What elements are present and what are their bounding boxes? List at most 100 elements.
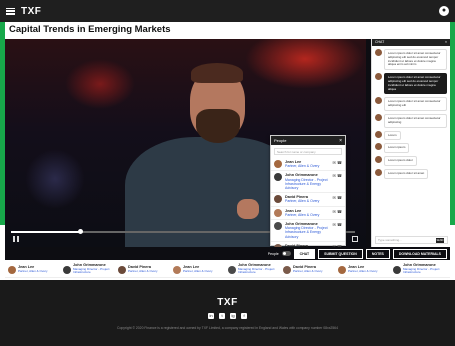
social-links: in t ig f [0, 313, 455, 319]
person-role: Managing Director - Project Infrastructu… [285, 177, 328, 191]
person-info: John Grimmarone Managing Director - Proje… [285, 173, 330, 190]
message-icon[interactable]: ✉ ☎ [333, 173, 342, 178]
close-icon[interactable]: × [339, 138, 342, 144]
chat-button[interactable]: CHAT [293, 248, 316, 259]
chat-header: CHAT × [372, 39, 450, 46]
chat-input[interactable]: Type something... SEND [375, 236, 448, 244]
facebook-icon[interactable]: f [241, 313, 247, 319]
attendee-chip[interactable]: Jean Lee Partner, Allen & Overy [8, 265, 60, 274]
people-row[interactable]: David Pinera Partner, Allen & Overy ✉ ☎ [271, 193, 345, 207]
attendee-info: John Grimmarone Managing Director - Proje… [403, 263, 445, 275]
top-bar: TXF ● [0, 0, 455, 22]
avatar [274, 173, 282, 182]
people-panel: People × Search for name or company Jean… [270, 135, 346, 247]
attendee-chip[interactable]: John Grimmarone Managing Director - Proje… [63, 263, 115, 275]
avatar [274, 222, 282, 231]
speaker-hair [191, 63, 243, 83]
avatar [63, 265, 71, 274]
chat-message: Lorem [375, 130, 447, 141]
chat-text: Lorem ipsum dolor [388, 158, 413, 163]
twitter-icon[interactable]: t [219, 313, 225, 319]
footer-logo[interactable]: TXF [0, 297, 455, 308]
avatar [375, 130, 382, 138]
submit-question-button[interactable]: SUBMIT QUESTION [318, 248, 363, 259]
chat-bubble: Lorem ipsum dolor sit amet consectetur a… [384, 73, 447, 95]
chat-title: CHAT [375, 40, 385, 44]
user-icon[interactable]: ● [439, 6, 449, 16]
avatar [375, 73, 382, 81]
attendee-info: David Pinera Partner, Allen & Overy [128, 265, 170, 273]
message-icon[interactable]: ✉ ☎ [333, 209, 342, 214]
chat-message: Lorem ipsum dolor sit amet consectetur a… [375, 97, 447, 111]
footer: TXF in t ig f Copyright © 2020 Finance is a… [0, 280, 455, 346]
people-list: Jean Lee Partner, Allen & Overy ✉ ☎ John Gr… [271, 158, 345, 247]
speaker-hand [237, 199, 259, 219]
chat-bubble: Lorem ipsum dolor sit amet consectetur a… [384, 49, 447, 71]
attendee-info: David Pinera Partner, Allen & Overy [293, 265, 335, 273]
attendee-chip[interactable]: Jean Lee Partner, Allen & Overy [338, 265, 390, 274]
avatar [274, 195, 282, 204]
avatar [173, 265, 181, 274]
attendee-info: John Grimmarone Managing Director - Proje… [73, 263, 115, 275]
message-icon[interactable]: ✉ ☎ [333, 195, 342, 200]
avatar [283, 265, 291, 274]
chat-input-placeholder: Type something... [378, 238, 402, 242]
logo[interactable]: TXF [21, 6, 41, 17]
attendee-chip[interactable]: David Pinera Partner, Allen & Overy [283, 265, 335, 274]
people-row[interactable]: Jean Lee Partner, Allen & Overy ✉ ☎ [271, 158, 345, 172]
person-info: John Grimmarone Managing Director - Proje… [285, 222, 330, 239]
people-row[interactable]: John Grimmarone Managing Director - Proje… [271, 171, 345, 194]
pause-icon[interactable] [13, 236, 19, 242]
attendee-role: Managing Director - Project Infrastructu… [238, 266, 275, 275]
person-info: Jean Lee Partner, Allen & Overy [285, 160, 330, 168]
attendee-chip[interactable]: John Grimmarone Managing Director - Proje… [393, 263, 445, 275]
avatar [338, 265, 346, 274]
attendee-chip[interactable]: David Pinera Partner, Allen & Overy [118, 265, 170, 274]
chat-bubble: Lorem ipsum dolor [384, 156, 417, 166]
chat-messages: Lorem ipsum dolor sit amet consectetur a… [372, 49, 450, 179]
chat-bubble: Lorem [384, 130, 401, 141]
attendee-role: Partner, Allen & Overy [183, 268, 213, 273]
chat-text: Lorem ipsum dolor sit amet consectetur a… [388, 51, 441, 67]
people-panel-header: People × [271, 136, 345, 145]
message-icon[interactable]: ✉ ☎ [333, 222, 342, 227]
hamburger-icon[interactable] [6, 7, 15, 15]
avatar [118, 265, 126, 274]
people-toggle[interactable] [281, 251, 291, 256]
notes-button[interactable]: NOTES [365, 248, 390, 259]
chat-message: Lorem ipsum dolor [375, 156, 447, 166]
chat-text: Lorem ipsum dolor sit amet consectetur a… [388, 75, 441, 91]
chat-text: Lorem ipsum dolor sit amet consectetur a… [388, 99, 441, 108]
avatar [274, 208, 282, 217]
people-panel-title: People [274, 138, 287, 143]
stage-light [25, 149, 85, 209]
message-icon[interactable]: ✉ ☎ [333, 160, 342, 165]
video-player[interactable]: People × Search for name or company Jean… [5, 39, 366, 247]
attendee-chip[interactable]: Jean Lee Partner, Allen & Overy [173, 265, 225, 274]
linkedin-icon[interactable]: in [208, 313, 214, 319]
instagram-icon[interactable]: ig [230, 313, 236, 319]
event-stage: People × Search for name or company Jean… [5, 39, 450, 260]
people-row[interactable]: Jean Lee Partner, Allen & Overy ✉ ☎ [271, 207, 345, 221]
send-button[interactable]: SEND [436, 238, 444, 243]
people-row[interactable]: John Grimmarone Managing Director - Proje… [271, 220, 345, 242]
chat-bubble: Lorem ipsum [384, 143, 410, 154]
avatar [375, 143, 382, 151]
avatar [375, 168, 382, 176]
chat-text: Lorem ipsum dolor sit amet [388, 170, 425, 175]
attendee-chip[interactable]: John Grimmarone Managing Director - Proje… [228, 263, 280, 275]
attendee-role: Partner, Allen & Overy [293, 268, 323, 273]
attendee-role: Managing Director - Project Infrastructu… [73, 266, 110, 275]
people-search-input[interactable]: Search for name or company [274, 148, 342, 155]
speaker-beard [196, 109, 240, 143]
person-role: Partner, Allen & Overy [285, 164, 320, 169]
avatar [228, 265, 236, 274]
progress-knob[interactable] [77, 229, 83, 234]
fullscreen-icon[interactable] [352, 236, 358, 242]
attendee-info: Jean Lee Partner, Allen & Overy [348, 265, 390, 273]
chat-panel: CHAT × Lorem ipsum dolor sit amet consec… [371, 39, 450, 247]
chat-text: Lorem ipsum [388, 145, 406, 150]
close-icon[interactable]: × [445, 40, 447, 45]
person-role: Managing Director - Project Infrastructu… [285, 226, 328, 239]
download-materials-button[interactable]: DOWNLOAD MATERIALS [392, 248, 447, 259]
